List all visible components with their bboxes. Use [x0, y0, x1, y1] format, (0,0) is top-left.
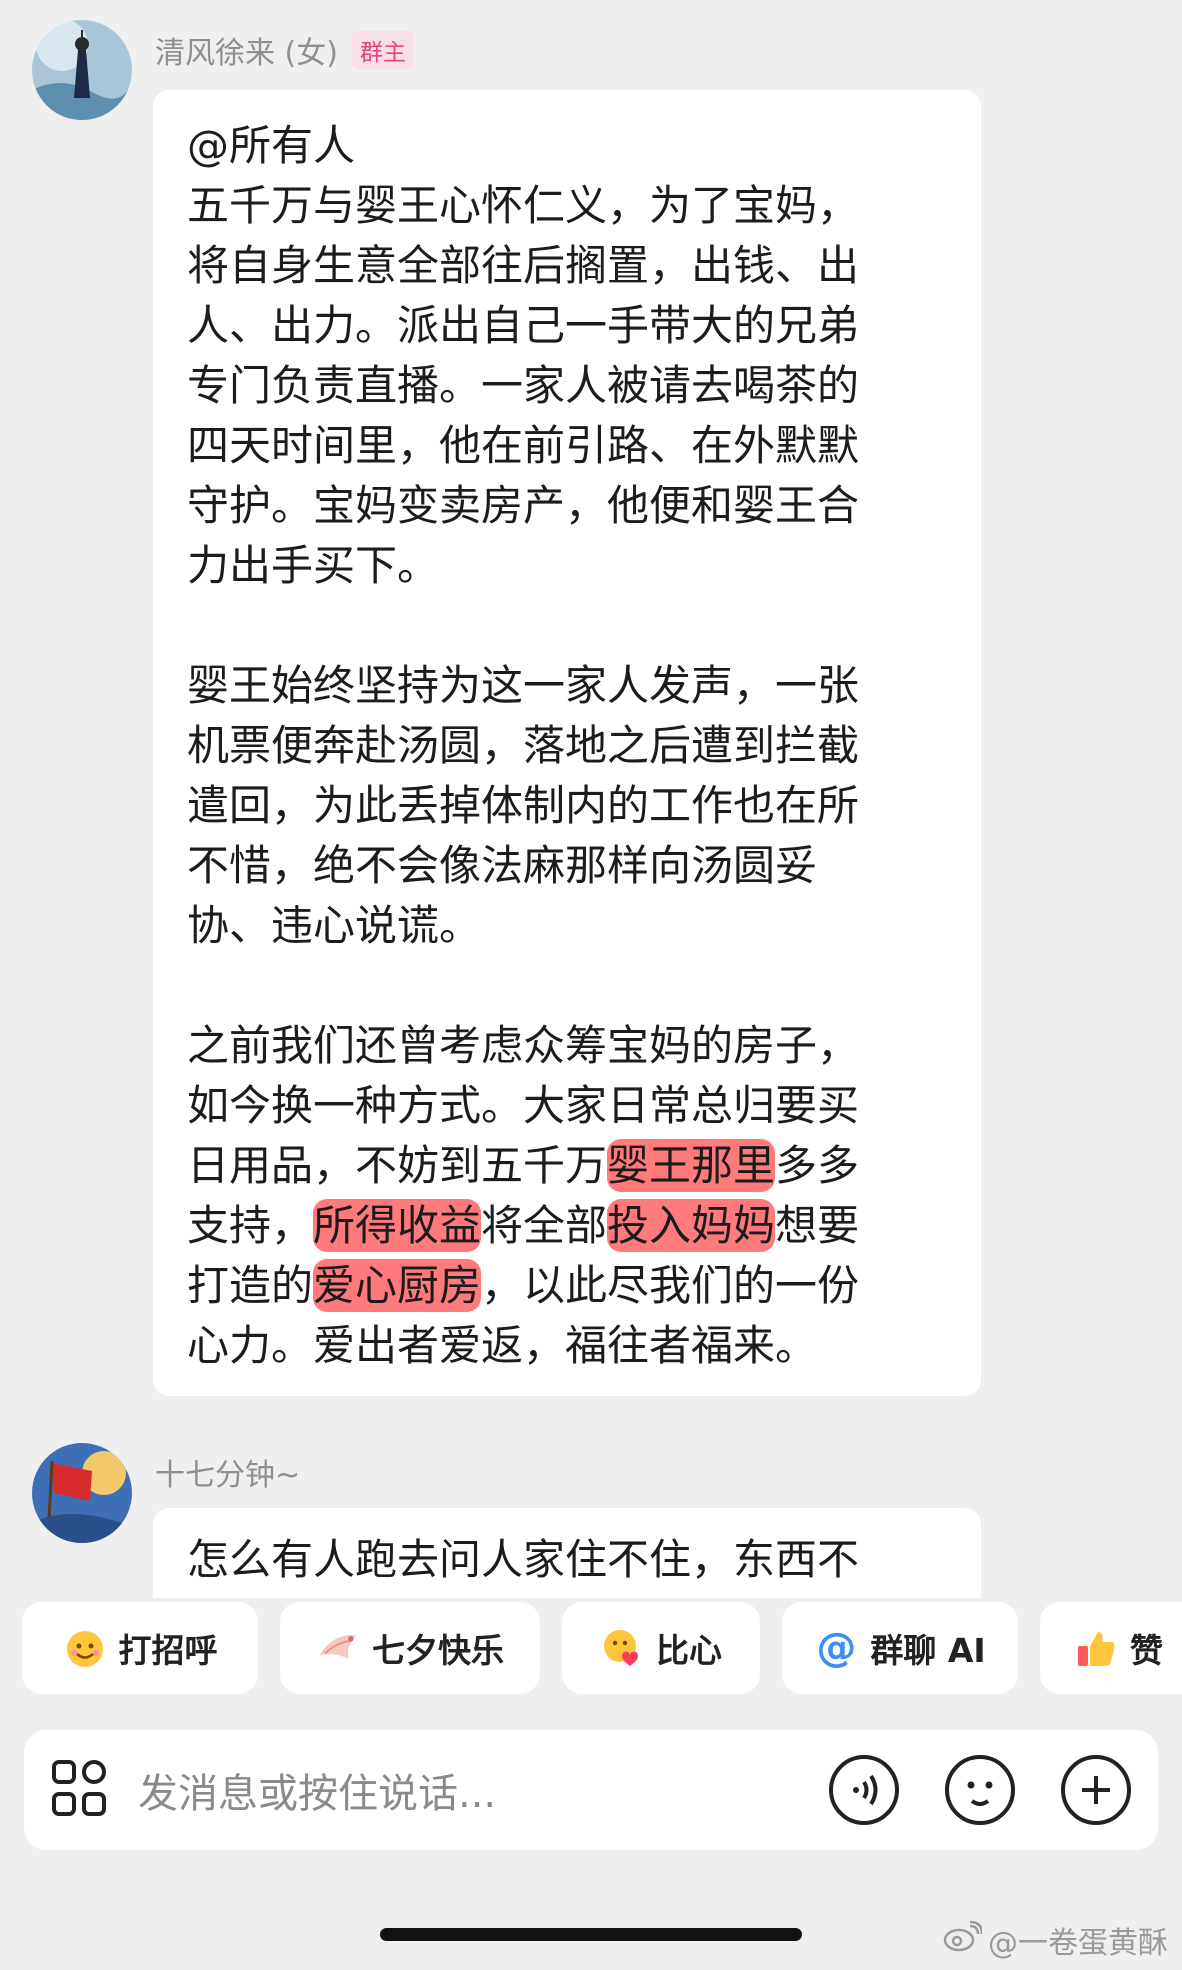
smile-wave-icon [63, 1626, 107, 1670]
avatar[interactable] [32, 20, 132, 120]
line-text: 想要 [775, 1201, 860, 1250]
message-line: 遣回，为此丢掉体制内的工作也在所 [187, 781, 860, 830]
message-line: 如今换一种方式。大家日常总归要买 [187, 1081, 860, 1130]
avatar[interactable] [32, 1443, 132, 1543]
message-paragraph: @所有人 五千万与婴王心怀仁义，为了宝妈， 将自身生意全部往后搁置，出钱、出 人… [187, 116, 947, 596]
message-line: 将自身生意全部往后搁置，出钱、出 [187, 241, 860, 290]
line-text: 支持， [187, 1201, 314, 1250]
message-line: 人、出力。派出自己一手带大的兄弟 [187, 301, 860, 350]
sender-name[interactable]: 清风徐来 (女) [155, 28, 338, 72]
message-paragraph: 婴王始终坚持为这一家人发声，一张 机票便奔赴汤圆，落地之后遭到拦截 遣回，为此丢… [187, 656, 947, 956]
highlighted-text: 婴王那里 [607, 1139, 776, 1192]
line-text: 日用品，不妨到五千万 [187, 1141, 608, 1190]
chip-label: 赞 [1130, 1631, 1163, 1670]
message-input[interactable]: 发消息或按住说话... [138, 1761, 784, 1819]
message-line: 协、违心说谎。 [187, 901, 482, 950]
quick-reply-chip[interactable]: 七夕快乐 [280, 1602, 540, 1694]
message-line: 支持，所得收益将全部投入妈妈想要 [187, 1196, 947, 1256]
chip-label: 七夕快乐 [372, 1631, 504, 1670]
magpie-icon [316, 1626, 360, 1670]
thumbs-up-icon [1074, 1626, 1118, 1670]
quick-reply-bar: 打招呼 七夕快乐 比心 @ 群聊 AI 赞 [0, 1602, 1182, 1702]
quick-reply-chip[interactable]: @ 群聊 AI [782, 1602, 1018, 1694]
quick-reply-chip[interactable]: 比心 [562, 1602, 760, 1694]
plus-icon[interactable] [1060, 1754, 1132, 1826]
home-indicator[interactable] [380, 1928, 802, 1941]
quick-reply-chip[interactable]: 赞 [1040, 1602, 1182, 1694]
message-line: 之前我们还曾考虑众筹宝妈的房子， [187, 1021, 860, 1070]
chip-label: 比心 [656, 1631, 722, 1670]
message-input-bar: 发消息或按住说话... [24, 1730, 1158, 1850]
sender-info: 清风徐来 (女) 群主 [155, 28, 414, 72]
watermark-text: @一卷蛋黄酥 [988, 1926, 1168, 1961]
chip-label: 打招呼 [118, 1631, 218, 1670]
apps-grid-icon[interactable] [50, 1758, 110, 1822]
message-line: 打造的爱心厨房，以此尽我们的一份 [187, 1256, 947, 1316]
line-text: 多多 [775, 1141, 860, 1190]
message-line: 婴王始终坚持为这一家人发声，一张 [187, 661, 860, 710]
message-line: @所有人 [187, 121, 356, 170]
sender-info: 十七分钟~ [155, 1450, 300, 1494]
line-text: 打造的 [187, 1261, 314, 1310]
owner-badge: 群主 [351, 31, 414, 69]
message-bubble[interactable]: 怎么有人跑去问人家住不住，东西不 [153, 1508, 981, 1598]
message-line: 机票便奔赴汤圆，落地之后遭到拦截 [187, 721, 860, 770]
watermark: @一卷蛋黄酥 [942, 1918, 1168, 1962]
message-line: 五千万与婴王心怀仁义，为了宝妈， [187, 181, 860, 230]
weibo-logo-icon [942, 1920, 984, 1960]
message-line: 专门负责直播。一家人被请去喝茶的 [187, 361, 860, 410]
message-line: 守护。宝妈变卖房产，他便和婴王合 [187, 481, 860, 530]
highlighted-text: 爱心厨房 [313, 1259, 482, 1312]
message-line: 力出手买下。 [187, 541, 440, 590]
chip-label: 群聊 AI [870, 1631, 986, 1670]
quick-reply-chip[interactable]: 打招呼 [22, 1602, 258, 1694]
highlighted-text: 所得收益 [313, 1199, 482, 1252]
highlighted-text: 投入妈妈 [607, 1199, 776, 1252]
message-line: 怎么有人跑去问人家住不住，东西不 [187, 1535, 860, 1584]
message-line: 心力。爱出者爱返，福往者福来。 [187, 1321, 818, 1370]
message-bubble[interactable]: @所有人 五千万与婴王心怀仁义，为了宝妈， 将自身生意全部往后搁置，出钱、出 人… [153, 90, 981, 1396]
voice-icon[interactable] [828, 1754, 900, 1826]
heart-gesture-icon [600, 1626, 644, 1670]
message-line: 不惜，绝不会像法麻那样向汤圆妥 [187, 841, 818, 890]
emoji-icon[interactable] [944, 1754, 1016, 1826]
message-line: 四天时间里，他在前引路、在外默默 [187, 421, 860, 470]
at-icon: @ [816, 1625, 857, 1671]
message-line: 日用品，不妨到五千万婴王那里多多 [187, 1136, 947, 1196]
line-text: ，以此尽我们的一份 [481, 1261, 860, 1310]
line-text: 将全部 [481, 1201, 608, 1250]
message-paragraph: 之前我们还曾考虑众筹宝妈的房子， 如今换一种方式。大家日常总归要买 日用品，不妨… [187, 1016, 947, 1376]
sender-name[interactable]: 十七分钟~ [155, 1450, 300, 1494]
